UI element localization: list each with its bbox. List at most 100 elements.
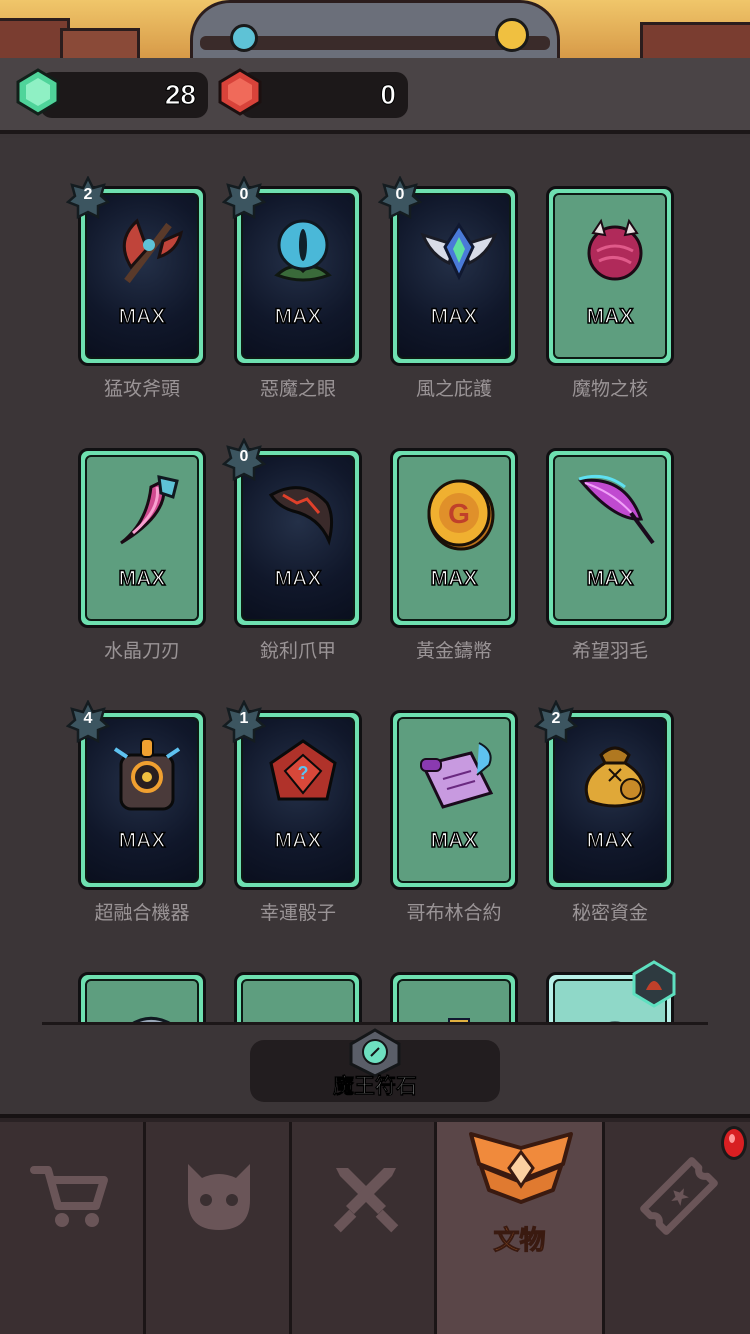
relic-card[interactable]: MAX 4 超融合機器	[65, 662, 206, 924]
relic-max-label: MAX	[274, 828, 322, 853]
relic-max-label: MAX	[118, 828, 166, 853]
panel-divider	[42, 1022, 708, 1025]
notification-dot	[721, 1126, 747, 1160]
svg-text:G: G	[448, 498, 470, 529]
relic-name: 黃金鑄幣	[415, 640, 492, 662]
top-banner-art	[0, 0, 750, 58]
rank-emblem-icon	[469, 1132, 573, 1204]
relic-card-frame: MAX	[546, 448, 674, 628]
relic-card[interactable]: G MAX 黃金鑄幣	[390, 400, 518, 662]
relic-name: 風之庇護	[415, 378, 492, 400]
relic-card[interactable]: MAX 2 猛攻斧頭	[65, 138, 206, 400]
relic-card-partial[interactable]	[546, 924, 676, 1024]
relic-max-label: MAX	[274, 566, 322, 591]
relic-name: 水晶刀刃	[103, 640, 180, 662]
dice-icon: ?	[269, 739, 337, 801]
tab-pass[interactable]	[605, 1122, 750, 1334]
relic-card[interactable]: MAX 2 秘密資金	[533, 662, 674, 924]
bottom-tab-bar: 文物	[0, 1114, 750, 1334]
relic-card-partial[interactable]	[78, 924, 206, 1024]
relic-card-frame: MAX	[390, 710, 518, 890]
relic-card-frame	[234, 972, 362, 1024]
relic-name: 銳利爪甲	[259, 640, 336, 662]
relic-max-label: MAX	[430, 566, 478, 591]
green-gem-counter[interactable]: 28	[40, 72, 208, 118]
relic-name: 魔物之核	[571, 378, 648, 400]
svg-text:?: ?	[298, 763, 309, 783]
relic-card[interactable]: MAX 希望羽毛	[546, 400, 674, 662]
scythe-icon	[129, 1017, 174, 1024]
star-level-badge: 1	[221, 699, 267, 744]
demon-eye-icon	[274, 219, 332, 282]
relic-card[interactable]: MAX 0 銳利爪甲	[221, 400, 362, 662]
fusion-machine-icon	[113, 738, 181, 811]
tab-monster[interactable]	[146, 1122, 292, 1334]
relic-card[interactable]: MAX 魔物之核	[546, 138, 674, 400]
star-level-badge: 2	[533, 699, 579, 744]
relic-name: 哥布林合約	[406, 902, 502, 924]
crossed-swords-icon	[333, 1168, 399, 1233]
hexagon-badge	[630, 960, 678, 1008]
star-level-badge: 2	[65, 175, 111, 220]
star-level-value: 0	[395, 186, 405, 203]
tab-battle[interactable]	[292, 1122, 437, 1334]
relic-max-label: MAX	[430, 828, 478, 853]
tab-relics[interactable]: 文物	[437, 1122, 605, 1334]
relic-name: 希望羽毛	[571, 640, 648, 662]
monster-face-icon	[188, 1164, 250, 1230]
relic-card[interactable]: MAX 哥布林合約	[390, 662, 518, 924]
red-gem-counter[interactable]: 0	[240, 72, 408, 118]
relic-name: 超融合機器	[94, 902, 190, 924]
demon-king-rune-button[interactable]: 魔王符石	[250, 1028, 500, 1102]
rune-button-label: 魔王符石	[333, 1074, 418, 1099]
ticket-icon	[640, 1157, 718, 1235]
relic-card[interactable]: MAX 0 風之庇護	[377, 138, 518, 400]
relic-card-frame: MAX	[78, 448, 206, 628]
shield-wing-icon	[443, 1018, 475, 1024]
relic-card[interactable]: MAX 水晶刀刃	[78, 400, 206, 662]
red-gem-value: 0	[380, 79, 397, 111]
relic-max-label: MAX	[586, 828, 634, 853]
wing-emblem-icon	[420, 222, 498, 281]
relic-max-label: MAX	[118, 304, 166, 329]
relic-max-label: MAX	[586, 304, 634, 329]
relic-card-frame: MAX	[546, 186, 674, 366]
relic-card[interactable]: MAX 0 惡魔之眼	[221, 138, 362, 400]
star-level-value: 1	[239, 710, 249, 727]
relic-max-label: MAX	[586, 566, 634, 591]
green-gem-icon	[16, 68, 60, 116]
tab-shop[interactable]	[0, 1122, 146, 1334]
star-level-badge: 0	[377, 175, 423, 220]
gold-bar-icon	[263, 997, 343, 1024]
relic-card-frame	[390, 972, 518, 1024]
star-level-value: 4	[83, 710, 93, 727]
relic-card-partial[interactable]	[390, 924, 518, 1024]
cart-icon	[30, 1166, 108, 1227]
gold-coin-icon: G	[427, 479, 495, 551]
star-level-value: 0	[239, 186, 249, 203]
relic-max-label: MAX	[274, 304, 322, 329]
relic-panel: MAX 2 猛攻斧頭 MAX 0 惡魔之眼 MAX 0 風之庇護 MAX 魔物之…	[0, 138, 750, 1114]
relic-max-label: MAX	[118, 566, 166, 591]
monster-core-icon	[587, 218, 643, 281]
axe-icon	[122, 218, 184, 284]
star-level-value: 2	[83, 186, 93, 203]
relic-grid: MAX 2 猛攻斧頭 MAX 0 惡魔之眼 MAX 0 風之庇護 MAX 魔物之…	[0, 138, 750, 1024]
tab-relics-label: 文物	[493, 1226, 546, 1257]
relic-name: 猛攻斧頭	[103, 378, 180, 400]
relic-max-label: MAX	[430, 304, 478, 329]
relic-card-frame: G MAX	[390, 448, 518, 628]
relic-card-partial[interactable]	[234, 924, 362, 1024]
money-bag-icon	[584, 746, 646, 808]
relic-card[interactable]: ? MAX 1 幸運骰子	[221, 662, 362, 924]
star-level-badge: 0	[221, 437, 267, 482]
currency-bar: 28 0	[0, 58, 750, 134]
red-gem-icon	[218, 68, 262, 116]
relic-card-frame	[78, 972, 206, 1024]
star-level-value: 0	[239, 448, 249, 465]
relic-name: 幸運骰子	[259, 902, 336, 924]
star-level-badge: 0	[221, 175, 267, 220]
crystal-blade-icon	[120, 475, 179, 545]
relic-name: 秘密資金	[571, 902, 648, 924]
star-level-badge: 4	[65, 699, 111, 744]
